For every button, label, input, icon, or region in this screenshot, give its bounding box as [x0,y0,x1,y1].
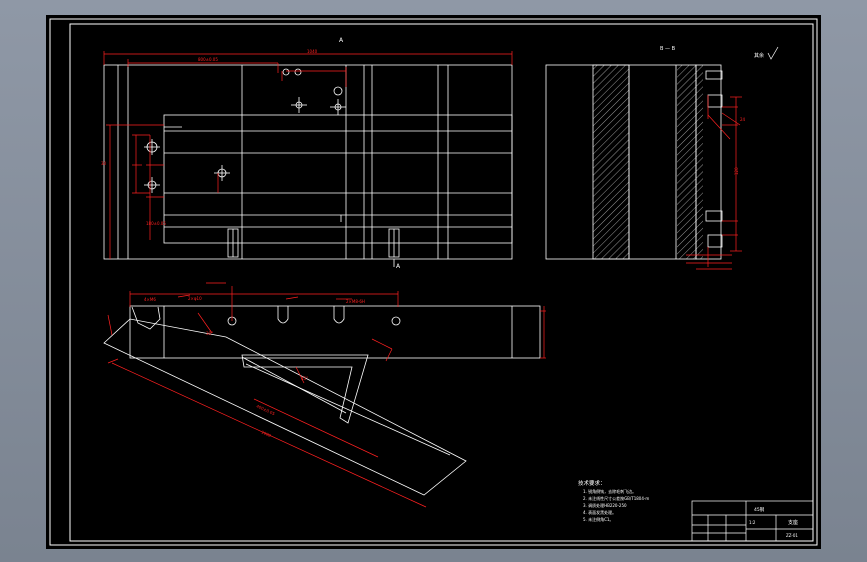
dim-slant-long: 1000 [261,429,273,438]
title-material: 45钢 [754,506,765,513]
front-view-outline [103,64,513,260]
note-4: 4. 表面发黑处理。 [583,509,616,515]
bracket-dimensions [107,282,546,508]
drawing-sheet[interactable]: A A 1040 800±0.05 30 180±0.05 120 24 B —… [46,15,821,549]
callout-1: 4×M6 [144,297,156,302]
dim-slant-short: 400±0.05 [256,403,277,416]
cad-viewport[interactable]: A A 1040 800±0.05 30 180±0.05 120 24 B —… [0,0,867,562]
technical-notes: 技术要求： 1. 锐角倒钝，去除毛刺飞边。 2. 未注线性尺寸公差按GB/T18… [578,479,649,522]
note-1: 1. 锐角倒钝，去除毛刺飞边。 [583,488,636,494]
view-label-bb: B — B [660,46,676,52]
dim-side-height: 120 [734,167,739,175]
dim-top-inner: 800±0.05 [198,57,218,62]
dim-left-height: 180±0.05 [146,221,166,226]
note-3: 3. 调质处理HB220-250 [583,502,627,508]
title-scale: 1:2 [749,520,756,525]
roughness-symbol [767,46,779,60]
drawing-canvas: A A 1040 800±0.05 30 180±0.05 120 24 B —… [49,18,818,546]
section-label-bottom: A [396,263,401,270]
title-part-name: 支座 [788,519,798,526]
roughness-note: 其余 [754,52,764,59]
section-label-top: A [339,37,344,44]
dim-angle-2: 30° [206,331,213,336]
callout-2: 2×φ10 [188,296,202,301]
note-5: 5. 未注倒角C1。 [583,516,613,522]
bracket-view [103,305,541,496]
section-hatch-left [593,65,629,259]
side-view-features [705,70,723,248]
title-drawing-no: ZZ-01 [786,533,798,538]
dim-angle-1: 45° [301,376,308,381]
callout-3: 2×M8-6H [346,299,365,304]
notes-title: 技术要求： [578,479,606,487]
dim-right-chain: 24 [740,117,746,122]
section-hatch-right [677,65,703,259]
front-view [103,64,513,260]
dim-left-vertical: 30 [101,161,107,166]
dim-top-overall: 1040 [307,49,318,54]
note-2: 2. 未注线性尺寸公差按GB/T1804-m [583,495,649,501]
front-view-dimensions [103,51,513,259]
